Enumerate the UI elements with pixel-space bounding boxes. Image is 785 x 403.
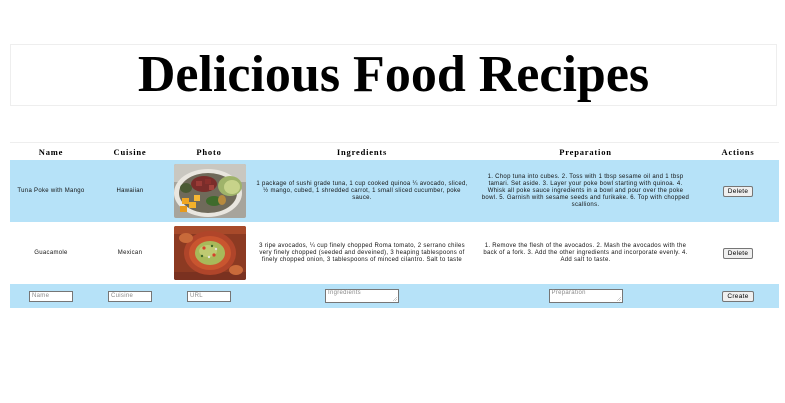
recipe-preparation: 1. Remove the flesh of the avocados. 2. … — [474, 222, 697, 284]
delete-button[interactable]: Delete — [722, 185, 754, 197]
recipe-photo-cell — [168, 160, 250, 222]
url-input[interactable]: URL — [187, 290, 231, 302]
delete-button[interactable]: Delete — [722, 247, 754, 259]
recipe-cuisine: Mexican — [92, 222, 168, 284]
preparation-input-cell: Preparation — [474, 284, 697, 308]
recipe-ingredients: 3 ripe avocados, ¼ cup finely chopped Ro… — [250, 222, 474, 284]
header-box: Delicious Food Recipes — [10, 44, 777, 106]
column-header-photo: Photo — [168, 142, 250, 160]
name-input[interactable]: Name — [29, 290, 73, 302]
poke-bowl-photo — [174, 164, 246, 218]
table-row: Tuna Poke with Mango Hawaiian 1 package … — [10, 160, 779, 222]
url-input-cell: URL — [168, 284, 250, 308]
cuisine-input-cell: Cuisine — [92, 284, 168, 308]
table-header-row: Name Cuisine Photo Ingredients Preparati… — [10, 142, 779, 160]
cuisine-input[interactable]: Cuisine — [108, 290, 152, 302]
recipe-name: Guacamole — [10, 222, 92, 284]
recipe-name: Tuna Poke with Mango — [10, 160, 92, 222]
create-button[interactable]: Create — [722, 290, 754, 302]
preparation-placeholder: Preparation — [551, 290, 586, 296]
recipe-ingredients: 1 package of sushi grade tuna, 1 cup coo… — [250, 160, 474, 222]
table-row: Guacamole Mexican 3 ripe avocados, ¼ cup… — [10, 222, 779, 284]
column-header-name: Name — [10, 142, 92, 160]
recipe-preparation: 1. Chop tuna into cubes. 2. Toss with 1 … — [474, 160, 697, 222]
column-header-cuisine: Cuisine — [92, 142, 168, 160]
name-input-cell: Name — [10, 284, 92, 308]
column-header-preparation: Preparation — [474, 142, 697, 160]
recipe-photo-cell — [168, 222, 250, 284]
recipe-actions: Delete — [697, 222, 779, 284]
column-header-ingredients: Ingredients — [250, 142, 474, 160]
recipe-cuisine: Hawaiian — [92, 160, 168, 222]
resize-grip-icon[interactable] — [616, 297, 621, 301]
column-header-actions: Actions — [697, 142, 779, 160]
ingredients-placeholder: Ingredients — [328, 290, 361, 296]
create-cell: Create — [697, 284, 779, 308]
recipe-actions: Delete — [697, 160, 779, 222]
page-title: Delicious Food Recipes — [137, 46, 650, 103]
guacamole-photo — [174, 226, 246, 280]
ingredients-textarea[interactable]: Ingredients — [325, 289, 399, 303]
new-recipe-form-row: Name Cuisine URL Ingredients Preparation… — [10, 284, 779, 308]
preparation-textarea[interactable]: Preparation — [548, 289, 623, 303]
ingredients-input-cell: Ingredients — [250, 284, 474, 308]
recipes-table: Name Cuisine Photo Ingredients Preparati… — [10, 142, 779, 308]
resize-grip-icon[interactable] — [393, 297, 397, 301]
